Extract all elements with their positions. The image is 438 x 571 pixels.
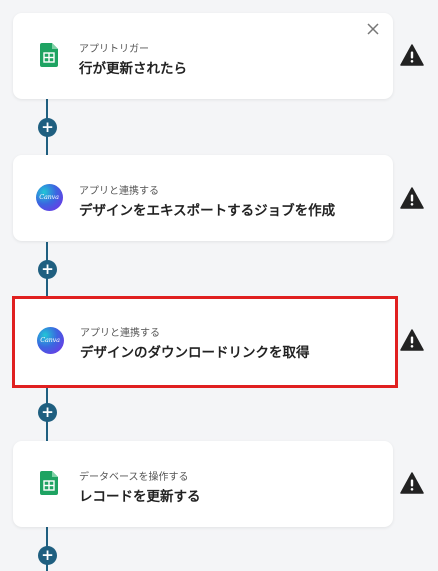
add-step-button[interactable]: + — [38, 546, 57, 565]
warning-icon — [400, 472, 424, 494]
canva-icon: Canva — [36, 326, 64, 354]
flow-step-card[interactable]: データベースを操作する レコードを更新する — [13, 441, 393, 527]
step-title: デザインのダウンロードリンクを取得 — [80, 345, 310, 361]
google-sheets-icon — [35, 469, 63, 497]
google-sheets-icon — [35, 41, 63, 69]
flow-step-card-selected[interactable]: Canva アプリと連携する デザインのダウンロードリンクを取得 — [12, 296, 398, 388]
warning-icon — [400, 187, 424, 209]
step-title: 行が更新されたら — [79, 61, 187, 77]
add-step-button[interactable]: + — [38, 118, 57, 137]
step-title: デザインをエキスポートするジョブを作成 — [79, 203, 336, 219]
flow-step-card[interactable]: Canva アプリと連携する デザインをエキスポートするジョブを作成 — [13, 155, 393, 241]
add-step-button[interactable]: + — [38, 403, 57, 422]
step-title: レコードを更新する — [79, 489, 201, 505]
flow-step-card[interactable]: アプリトリガー 行が更新されたら — [13, 13, 393, 99]
step-category: アプリと連携する — [80, 328, 160, 339]
step-category: アプリと連携する — [79, 186, 159, 197]
step-category: データベースを操作する — [79, 472, 189, 483]
add-step-button[interactable]: + — [38, 260, 57, 279]
step-category: アプリトリガー — [79, 44, 149, 55]
warning-icon — [400, 329, 424, 351]
close-icon[interactable] — [365, 21, 381, 37]
canva-icon: Canva — [35, 183, 63, 211]
warning-icon — [400, 44, 424, 66]
